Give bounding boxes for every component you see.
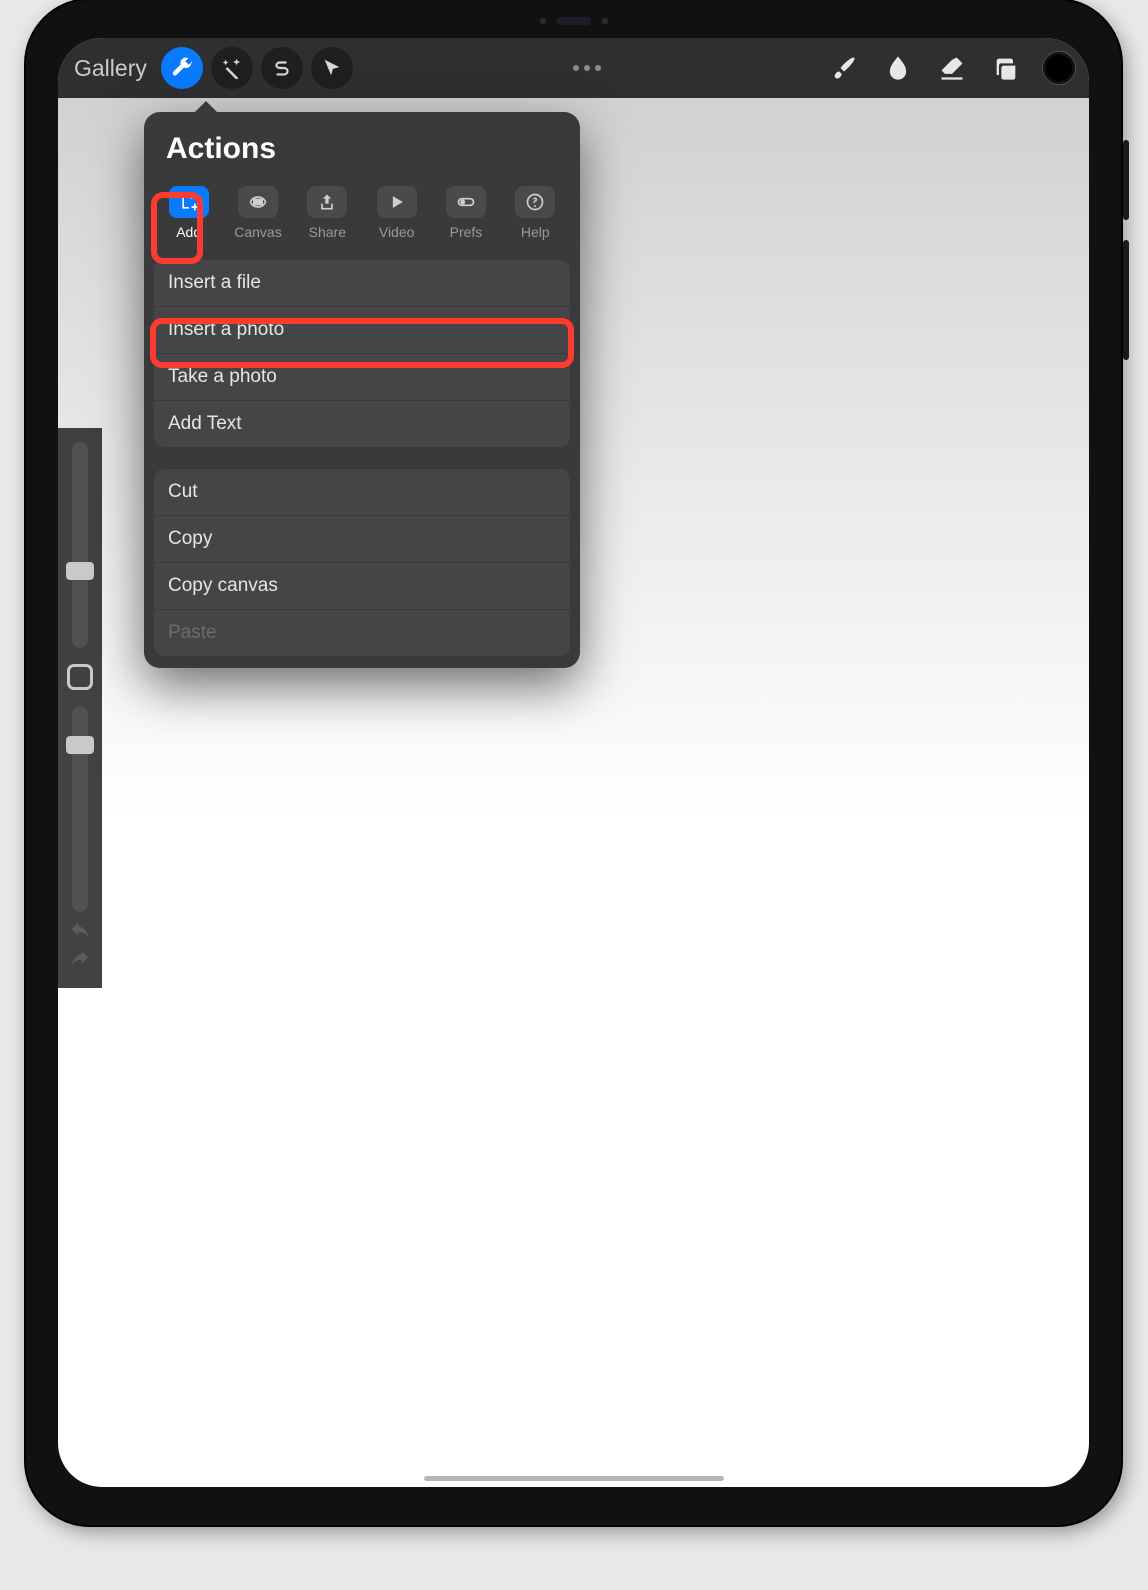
actions-tab-row: Add Canvas Share Video Prefs bbox=[144, 182, 580, 256]
layers-icon bbox=[992, 54, 1020, 82]
brush-opacity-slider[interactable] bbox=[72, 706, 88, 912]
toggle-icon bbox=[456, 192, 476, 212]
menu-insert-file[interactable]: Insert a file bbox=[154, 260, 570, 307]
slider-thumb[interactable] bbox=[66, 736, 94, 754]
cursor-icon bbox=[321, 57, 343, 79]
slider-thumb[interactable] bbox=[66, 562, 94, 580]
gallery-button[interactable]: Gallery bbox=[72, 55, 153, 82]
tab-label: Share bbox=[309, 224, 346, 240]
menu-take-photo[interactable]: Take a photo bbox=[154, 354, 570, 401]
menu-cut[interactable]: Cut bbox=[154, 469, 570, 516]
tab-prefs[interactable]: Prefs bbox=[431, 182, 500, 244]
wrench-icon bbox=[171, 57, 193, 79]
menu-copy[interactable]: Copy bbox=[154, 516, 570, 563]
menu-add-text[interactable]: Add Text bbox=[154, 401, 570, 447]
brush-icon bbox=[830, 54, 858, 82]
menu-paste: Paste bbox=[154, 610, 570, 656]
popover-title: Actions bbox=[144, 112, 580, 182]
home-indicator bbox=[424, 1476, 724, 1481]
device-camera bbox=[489, 14, 659, 28]
tab-label: Canvas bbox=[234, 224, 281, 240]
play-icon bbox=[387, 192, 407, 212]
tab-canvas[interactable]: Canvas bbox=[223, 182, 292, 244]
tab-help[interactable]: Help bbox=[501, 182, 570, 244]
ipad-frame: Gallery bbox=[26, 0, 1121, 1525]
tab-label: Add bbox=[176, 224, 201, 240]
selection-s-icon bbox=[271, 57, 293, 79]
redo-icon[interactable] bbox=[69, 950, 91, 968]
tab-label: Video bbox=[379, 224, 415, 240]
brush-tool[interactable] bbox=[821, 45, 867, 91]
smudge-tool[interactable] bbox=[875, 45, 921, 91]
tab-label: Prefs bbox=[450, 224, 483, 240]
actions-button[interactable] bbox=[161, 47, 203, 89]
canvas-icon bbox=[248, 192, 268, 212]
tab-add[interactable]: Add bbox=[154, 182, 223, 244]
tab-label: Help bbox=[521, 224, 550, 240]
menu-copy-canvas[interactable]: Copy canvas bbox=[154, 563, 570, 610]
brush-size-slider[interactable] bbox=[72, 442, 88, 648]
side-panel bbox=[58, 428, 102, 988]
color-well[interactable] bbox=[1043, 52, 1075, 84]
transform-button[interactable] bbox=[311, 47, 353, 89]
eyedropper-button[interactable] bbox=[67, 664, 93, 690]
smudge-icon bbox=[884, 54, 912, 82]
actions-popover: Actions Add Canvas Share Video bbox=[144, 112, 580, 668]
eraser-tool[interactable] bbox=[929, 45, 975, 91]
top-toolbar: Gallery bbox=[58, 38, 1089, 98]
menu-group-clipboard: Cut Copy Copy canvas Paste bbox=[144, 465, 580, 660]
help-icon bbox=[525, 192, 545, 212]
screen: Gallery bbox=[58, 38, 1089, 1487]
tab-share[interactable]: Share bbox=[293, 182, 362, 244]
undo-icon[interactable] bbox=[69, 922, 91, 940]
selection-button[interactable] bbox=[261, 47, 303, 89]
eraser-icon bbox=[938, 54, 966, 82]
wand-icon bbox=[221, 57, 243, 79]
adjustments-button[interactable] bbox=[211, 47, 253, 89]
tab-video[interactable]: Video bbox=[362, 182, 431, 244]
menu-insert-photo[interactable]: Insert a photo bbox=[154, 307, 570, 354]
layers-button[interactable] bbox=[983, 45, 1029, 91]
modify-button[interactable] bbox=[573, 65, 601, 71]
add-image-icon bbox=[179, 192, 199, 212]
share-icon bbox=[317, 192, 337, 212]
menu-group-insert: Insert a file Insert a photo Take a phot… bbox=[144, 256, 580, 451]
